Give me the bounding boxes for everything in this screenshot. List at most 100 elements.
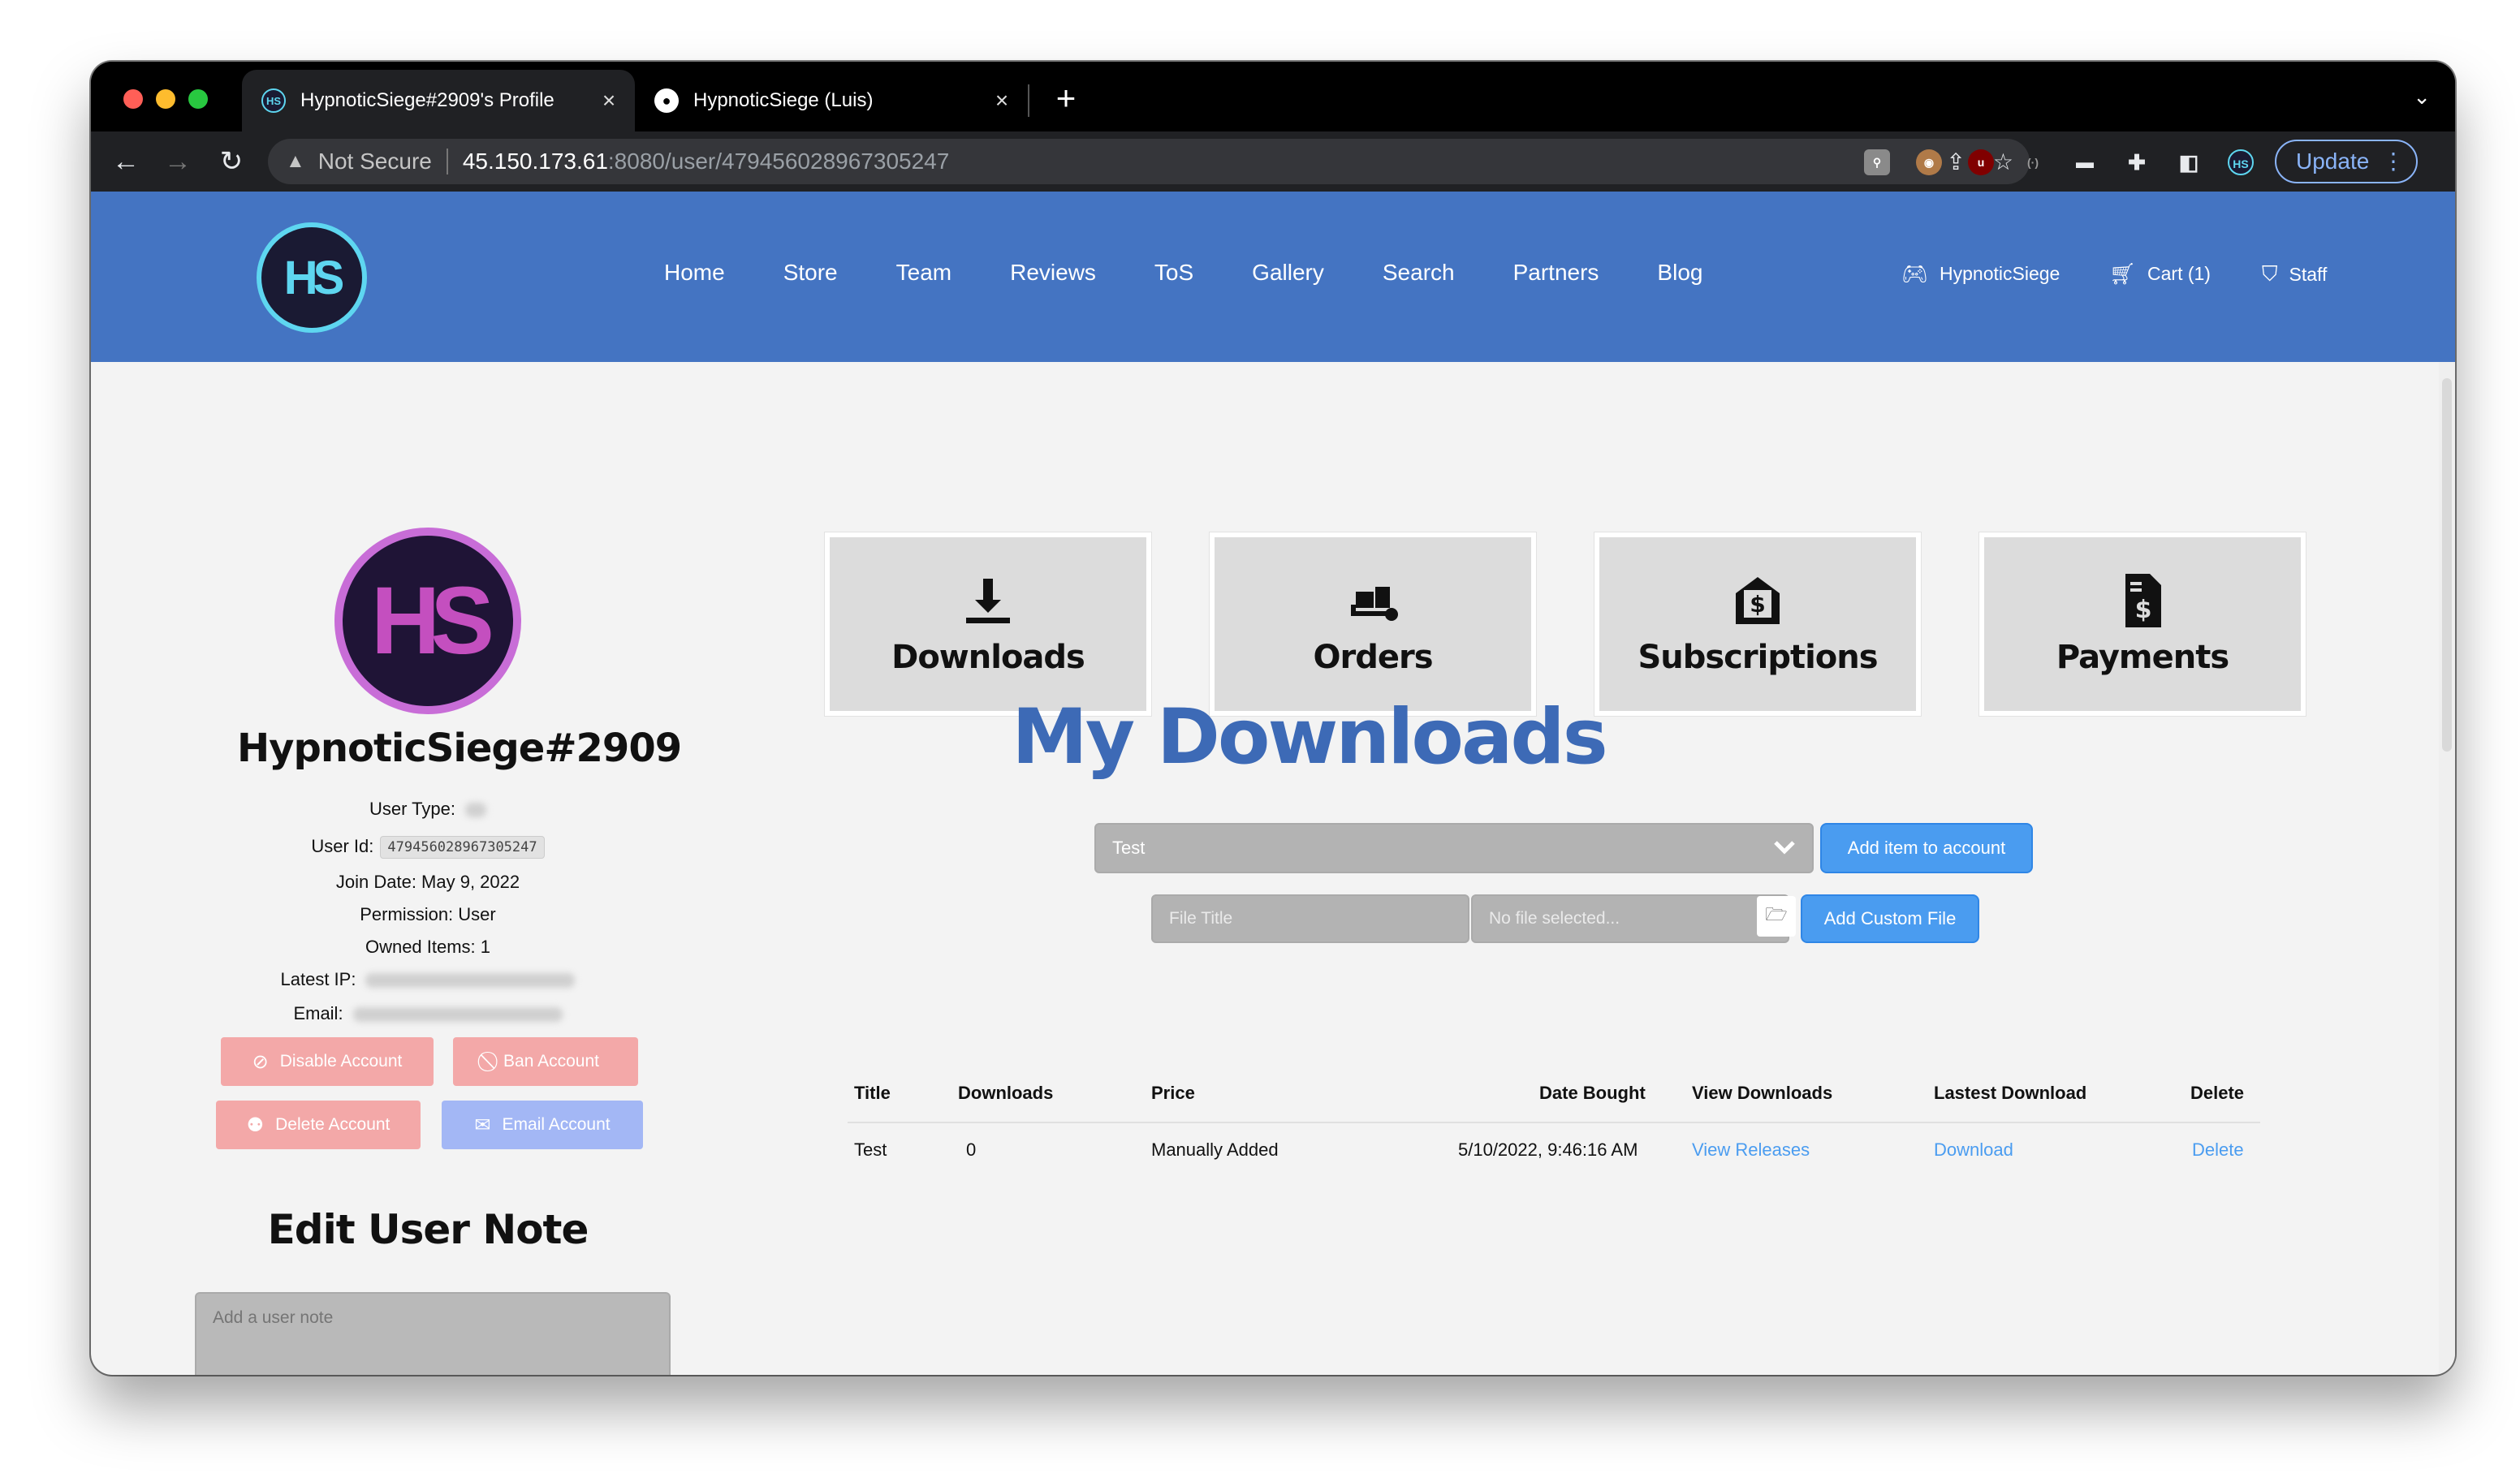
add-item-button[interactable]: Add item to account [1820, 823, 2033, 873]
user-id-line: User Id: 479456028967305247 [196, 836, 659, 859]
url-path: :8080/user/479456028967305247 [607, 149, 950, 174]
update-label: Update [2296, 149, 2370, 174]
payments-card[interactable]: $ Payments [1979, 532, 2306, 716]
item-select[interactable]: Test [1094, 823, 1814, 873]
subscriptions-card-title: Subscriptions [1638, 639, 1878, 676]
email-account-label: Email Account [502, 1115, 611, 1134]
tab-profile[interactable]: HS HypnoticSiege#2909's Profile × [242, 70, 635, 131]
download-icon [966, 579, 1010, 623]
view-releases-link[interactable]: View Releases [1692, 1140, 1810, 1161]
col-delete: Delete [2190, 1083, 2245, 1103]
nav-staff[interactable]: ⛉ Staff [2262, 261, 2327, 287]
extension-2-icon[interactable]: ◉ [1916, 149, 1942, 175]
delete-link[interactable]: Delete [2192, 1140, 2244, 1161]
svg-text:$: $ [1750, 591, 1765, 618]
delete-account-button[interactable]: ⚉ Delete Account [216, 1101, 421, 1149]
back-icon[interactable]: ← [107, 143, 145, 180]
security-status: Not Secure [317, 149, 432, 174]
browser-window: HS HypnoticSiege#2909's Profile × ● Hypn… [91, 62, 2455, 1375]
cart-icon: 🛒︎ [2109, 261, 2137, 286]
bookmark-star-icon[interactable]: ☆ [1993, 149, 2013, 175]
disable-account-button[interactable]: ⊘ Disable Account [221, 1037, 434, 1086]
col-latest-download: Lastest Download [1934, 1083, 2087, 1103]
address-divider [446, 149, 448, 174]
row-date-bought: 5/10/2022, 9:46:16 AM [1458, 1140, 1638, 1160]
tab-github[interactable]: ● HypnoticSiege (Luis) × [635, 70, 1028, 131]
downloads-card-title: Downloads [891, 639, 1085, 676]
extension-5-icon[interactable]: ▬ [2072, 149, 2098, 175]
edit-note-title: Edit User Note [267, 1206, 589, 1253]
latest-ip-line: Latest IP: [196, 969, 659, 990]
nav-home[interactable]: Home [664, 260, 725, 286]
side-panel-icon[interactable]: ◧ [2176, 149, 2202, 175]
row-title: Test [854, 1140, 887, 1160]
file-picker-input[interactable]: No file selected... [1471, 894, 1789, 943]
nav-account[interactable]: 🎮︎ HypnoticSiege [1901, 261, 2060, 286]
share-icon[interactable]: ⇪ [1946, 149, 1965, 175]
extensions-puzzle-icon[interactable]: ✚ [2124, 149, 2150, 175]
add-custom-file-button[interactable]: Add Custom File [1801, 894, 1979, 943]
more-menu-icon[interactable]: ⋮ [2382, 148, 2405, 174]
scrollbar-thumb[interactable] [2442, 378, 2452, 752]
close-window-button[interactable] [123, 89, 143, 109]
ublock-icon[interactable]: u [1968, 149, 1994, 175]
envelope-money-icon: $ [1736, 577, 1780, 624]
row-downloads: 0 [966, 1140, 977, 1160]
extension-1-icon[interactable]: ⚲ [1864, 149, 1890, 175]
permission: Permission: User [360, 904, 496, 924]
nav-blog[interactable]: Blog [1657, 260, 1702, 286]
nav-store[interactable]: Store [783, 260, 838, 286]
downloads-card[interactable]: Downloads [825, 532, 1151, 716]
minimize-window-button[interactable] [156, 89, 175, 109]
owned-items: Owned Items: 1 [365, 937, 491, 957]
ban-account-button[interactable]: ⃠ Ban Account [453, 1037, 638, 1086]
disable-account-label: Disable Account [279, 1052, 403, 1071]
main-nav: Home Store Team Reviews ToS Gallery Sear… [664, 260, 1761, 286]
user-note-input[interactable] [195, 1292, 671, 1375]
download-link[interactable]: Download [1934, 1140, 2013, 1161]
chevron-down-icon [1774, 841, 1795, 855]
shield-icon: ⛉ [2262, 261, 2278, 286]
nav-reviews[interactable]: Reviews [1010, 260, 1096, 286]
file-title-input[interactable]: File Title [1151, 894, 1469, 943]
svg-text:$: $ [2135, 596, 2152, 624]
col-price: Price [1151, 1083, 1195, 1103]
email-label: Email: [293, 1003, 343, 1023]
email-line: Email: [196, 1003, 659, 1024]
add-item-label: Add item to account [1847, 838, 2006, 858]
cart-label: Cart (1) [2147, 263, 2211, 284]
nav-gallery[interactable]: Gallery [1252, 260, 1324, 286]
file-picker-placeholder: No file selected... [1489, 909, 1620, 928]
delete-account-label: Delete Account [275, 1115, 391, 1134]
site-logo[interactable]: HS [257, 222, 367, 333]
nav-partners[interactable]: Partners [1513, 260, 1599, 286]
extension-4-icon[interactable]: (·) [2020, 149, 2046, 175]
warning-icon: ▲ [286, 150, 305, 172]
nav-tos[interactable]: ToS [1154, 260, 1193, 286]
user-type-label: User Type: [369, 799, 455, 819]
close-tab-icon[interactable]: × [986, 88, 1018, 114]
folder-open-icon[interactable]: 🗁 [1757, 896, 1796, 937]
profile-avatar-icon[interactable]: HS [2228, 149, 2254, 175]
row-price: Manually Added [1151, 1140, 1279, 1160]
reload-icon[interactable]: ↻ [213, 143, 250, 180]
nav-search[interactable]: Search [1383, 260, 1455, 286]
tab-search-chevron-icon[interactable]: ⌄ [2413, 84, 2431, 110]
page-scrollbar[interactable] [2439, 362, 2455, 1375]
account-name: HypnoticSiege [1940, 263, 2060, 284]
address-bar[interactable]: ▲ Not Secure 45.150.173.61 :8080/user/47… [268, 139, 2030, 184]
browser-toolbar: ← → ↻ ▲ Not Secure 45.150.173.61 :8080/u… [91, 131, 2455, 192]
forward-icon[interactable]: → [159, 143, 196, 180]
maximize-window-button[interactable] [188, 89, 208, 109]
subscriptions-card[interactable]: $ Subscriptions [1594, 532, 1921, 716]
nav-cart[interactable]: 🛒︎ Cart (1) [2109, 261, 2211, 286]
nav-team[interactable]: Team [896, 260, 951, 286]
email-account-button[interactable]: ✉ Email Account [442, 1101, 643, 1149]
close-tab-icon[interactable]: × [593, 88, 625, 114]
envelope-icon: ✉ [474, 1114, 491, 1136]
payments-card-title: Payments [2056, 639, 2229, 676]
update-button[interactable]: Update ⋮ [2275, 140, 2418, 183]
hs-favicon-icon: HS [261, 88, 286, 113]
new-tab-button[interactable]: + [1046, 78, 1086, 118]
orders-card[interactable]: Orders [1210, 532, 1536, 716]
